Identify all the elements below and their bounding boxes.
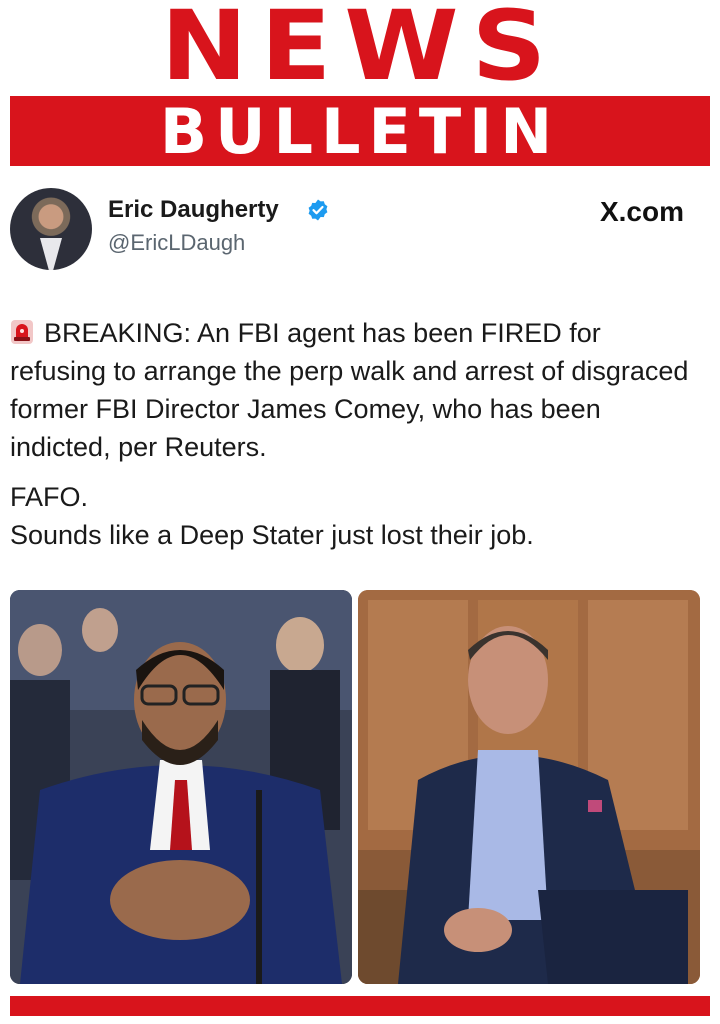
closing-text: Sounds like a Deep Stater just lost thei…	[10, 520, 534, 550]
masthead-subtitle: BULLETIN	[159, 95, 561, 168]
seated-man-interview-image	[358, 590, 700, 984]
masthead-banner: BULLETIN	[10, 95, 710, 168]
rotating-light-icon	[11, 320, 33, 344]
breaking-text: BREAKING: An FBI agent has been FIRED fo…	[10, 318, 689, 462]
photo-grid	[10, 590, 700, 984]
post-paragraph-1: BREAKING: An FBI agent has been FIRED fo…	[10, 314, 700, 466]
post-body: BREAKING: An FBI agent has been FIRED fo…	[10, 314, 700, 554]
bottom-rule	[10, 996, 710, 1016]
author-name[interactable]: Eric Daugherty	[108, 196, 279, 224]
photo-right[interactable]	[358, 590, 700, 984]
fafo-text: FAFO.	[10, 482, 89, 512]
avatar[interactable]	[10, 188, 92, 270]
photo-left[interactable]	[10, 590, 352, 984]
verified-badge-icon	[308, 199, 328, 221]
avatar-shirt	[40, 238, 62, 270]
seated-man-hearing-image	[10, 590, 352, 984]
author-handle[interactable]: @EricLDaugh	[108, 230, 245, 256]
post-header: Eric Daugherty @EricLDaugh X.com	[10, 188, 710, 278]
post-paragraph-2: FAFO. Sounds like a Deep Stater just los…	[10, 478, 700, 554]
source-label: X.com	[599, 196, 684, 227]
masthead-title: NEWS	[160, 0, 560, 102]
